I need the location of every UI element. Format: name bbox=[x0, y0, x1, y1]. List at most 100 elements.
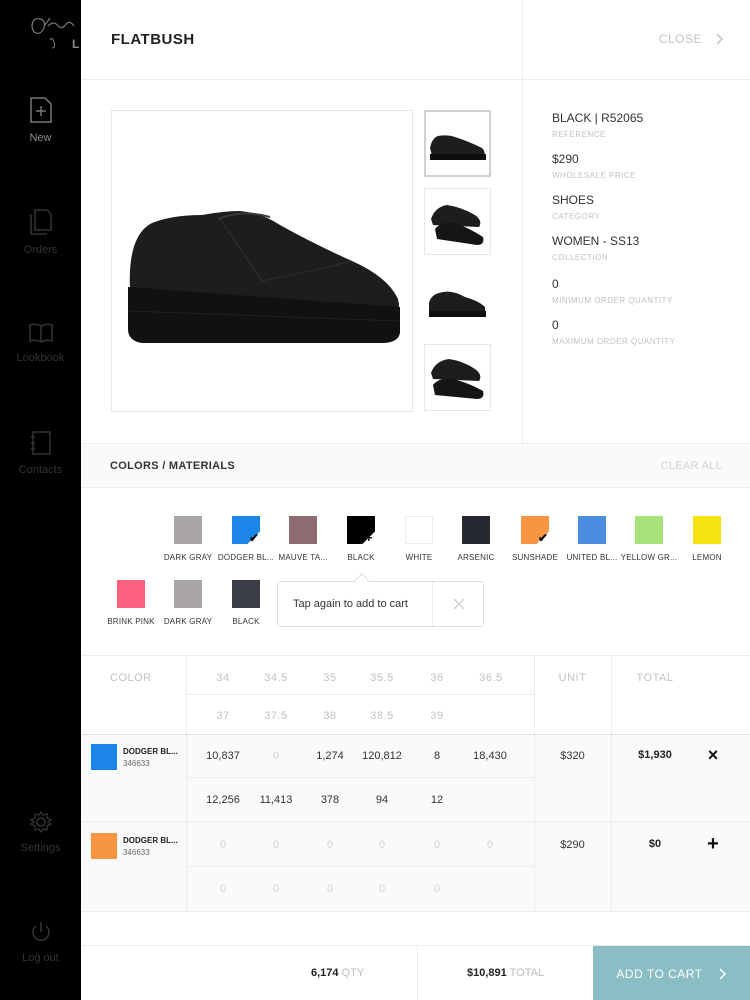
product-main-image[interactable] bbox=[111, 110, 413, 412]
color-swatch-yellow-green[interactable]: YELLOW GR... bbox=[617, 516, 681, 562]
qty-cell[interactable]: 0 bbox=[412, 883, 462, 895]
row-color-chip bbox=[91, 744, 117, 770]
size-header: 34 bbox=[216, 672, 230, 684]
color-swatch-united-blue[interactable]: UNITED BL... bbox=[560, 516, 624, 562]
qty-cell[interactable]: 0 bbox=[357, 883, 407, 895]
size-header: 36.5 bbox=[479, 672, 503, 684]
color-swatch-arsenic[interactable]: ARSENIC bbox=[444, 516, 508, 562]
qty-cell[interactable]: 0 bbox=[251, 883, 301, 895]
qty-cell[interactable]: 12,256 bbox=[198, 794, 248, 806]
order-total-value: $10,891 bbox=[467, 967, 507, 979]
shoe-thumbnail-image bbox=[430, 135, 486, 160]
shoe-thumbnail-image bbox=[431, 359, 484, 399]
qty-cell[interactable]: 0 bbox=[357, 839, 407, 851]
color-chip bbox=[693, 516, 721, 544]
row-color-ref: 346633 bbox=[123, 848, 150, 857]
qty-cell[interactable]: 0 bbox=[251, 839, 301, 851]
min-order-field: 0 MINIMUM ORDER QUANTITY bbox=[552, 277, 673, 305]
sidebar-item-label: Log out bbox=[22, 952, 59, 964]
shoe-thumbnail-image bbox=[431, 205, 484, 245]
product-thumbnail[interactable] bbox=[424, 266, 491, 333]
sidebar-item-label: Lookbook bbox=[16, 352, 65, 364]
swatch-label: BRINK PINK bbox=[107, 617, 155, 626]
qty-cell[interactable]: 0 bbox=[198, 883, 248, 895]
swatch-label: YELLOW GR... bbox=[620, 553, 678, 562]
size-header: 38.5 bbox=[370, 710, 394, 722]
size-header: 36 bbox=[430, 672, 444, 684]
table-row-background bbox=[81, 735, 750, 821]
order-total-label: TOTAL bbox=[509, 967, 545, 979]
total-column-header: TOTAL bbox=[636, 672, 674, 684]
sidebar-item-new[interactable]: New bbox=[0, 96, 81, 144]
collection-field: WOMEN - SS13 COLLECTION bbox=[552, 234, 639, 262]
color-swatch-mauve-taupe[interactable]: MAUVE TA... bbox=[271, 516, 335, 562]
product-thumbnail[interactable] bbox=[424, 344, 491, 411]
add-to-cart-button[interactable]: ADD TO CART bbox=[593, 946, 750, 1000]
swatch-label: ARSENIC bbox=[457, 553, 495, 562]
color-swatch-black[interactable]: BLACK bbox=[329, 516, 393, 562]
product-info: BLACK | R52065 REFERENCE $290 WHOLESALE … bbox=[522, 0, 750, 443]
size-header: 35 bbox=[323, 672, 337, 684]
color-swatch-brink-pink[interactable]: BRINK PINK bbox=[99, 580, 163, 626]
color-swatch-white[interactable]: WHITE bbox=[387, 516, 451, 562]
remove-row-button[interactable]: × bbox=[701, 745, 725, 766]
qty-cell[interactable]: 18,430 bbox=[465, 750, 515, 762]
unit-column-header: UNIT bbox=[558, 672, 587, 684]
category-label: CATEGORY bbox=[552, 212, 601, 221]
table-rule bbox=[81, 655, 750, 656]
size-header: 38 bbox=[323, 710, 337, 722]
color-chip bbox=[635, 516, 663, 544]
sidebar-item-orders[interactable]: Orders bbox=[0, 208, 81, 256]
qty-cell[interactable]: 0 bbox=[198, 839, 248, 851]
size-quantity-table: COLOR UNIT TOTAL 34 34.5 35 35.5 36 36.5… bbox=[81, 655, 750, 912]
swatch-label: BLACK bbox=[347, 553, 375, 562]
chevron-right-icon bbox=[719, 967, 726, 980]
color-chip bbox=[405, 516, 433, 544]
table-rule bbox=[534, 655, 535, 911]
plus-icon: + bbox=[365, 530, 373, 545]
qty-cell[interactable]: 0 bbox=[412, 839, 462, 851]
qty-cell[interactable]: 0 bbox=[465, 839, 515, 851]
total-quantity-value: 6,174 bbox=[311, 967, 339, 979]
qty-cell[interactable]: 1,274 bbox=[305, 750, 355, 762]
qty-cell[interactable]: 0 bbox=[305, 883, 355, 895]
min-order-value: 0 bbox=[552, 277, 559, 291]
shoe-thumbnail-image bbox=[429, 291, 486, 317]
qty-cell[interactable]: 120,812 bbox=[357, 750, 407, 762]
qty-cell[interactable]: 8 bbox=[412, 750, 462, 762]
swatch-label: DODGER BL... bbox=[217, 553, 275, 562]
unit-price: $320 bbox=[560, 750, 585, 762]
color-swatch-black[interactable]: BLACK bbox=[214, 580, 278, 626]
color-swatch-dodger-blue[interactable]: DODGER BL... bbox=[214, 516, 278, 562]
qty-cell[interactable]: 94 bbox=[357, 794, 407, 806]
reference-value: BLACK | R52065 bbox=[552, 111, 644, 125]
color-swatch-sunshade[interactable]: SUNSHADE bbox=[503, 516, 567, 562]
size-header: 37.5 bbox=[264, 710, 288, 722]
sidebar-item-lookbook[interactable]: Lookbook bbox=[0, 322, 81, 364]
sidebar-item-settings[interactable]: Settings bbox=[0, 810, 81, 854]
qty-cell[interactable]: 0 bbox=[251, 750, 301, 762]
total-quantity: 6,174 QTY bbox=[311, 967, 364, 979]
product-detail-panel: FLATBUSH CLOSE BLACK | R52065 REFERENCE … bbox=[81, 0, 750, 1000]
product-thumbnail[interactable] bbox=[424, 188, 491, 255]
sidebar-item-label: New bbox=[29, 132, 52, 144]
sidebar-item-contacts[interactable]: Contacts bbox=[0, 430, 81, 476]
color-column-header: COLOR bbox=[110, 672, 152, 684]
qty-cell[interactable]: 12 bbox=[412, 794, 462, 806]
colors-section-header: COLORS / MATERIALS CLEAR ALL bbox=[81, 443, 750, 488]
qty-cell[interactable]: 11,413 bbox=[251, 794, 301, 806]
color-swatch-dark-gray[interactable]: DARK GRAY bbox=[156, 580, 220, 626]
color-swatch-lemon[interactable]: LEMON bbox=[675, 516, 739, 562]
tooltip-close-button[interactable] bbox=[432, 582, 484, 626]
clear-all-button[interactable]: CLEAR ALL bbox=[661, 460, 722, 472]
color-swatch-dark-gray[interactable]: DARK GRAY bbox=[156, 516, 220, 562]
product-thumbnail[interactable] bbox=[424, 110, 491, 177]
sidebar-item-logout[interactable]: Log out bbox=[0, 920, 81, 964]
qty-cell[interactable]: 378 bbox=[305, 794, 355, 806]
table-rule bbox=[187, 777, 534, 778]
lookbook-icon bbox=[28, 323, 53, 343]
row-color-name: DODGER BL... bbox=[123, 836, 178, 845]
qty-cell[interactable]: 0 bbox=[305, 839, 355, 851]
add-row-button[interactable]: + bbox=[701, 833, 725, 856]
qty-cell[interactable]: 10,837 bbox=[198, 750, 248, 762]
